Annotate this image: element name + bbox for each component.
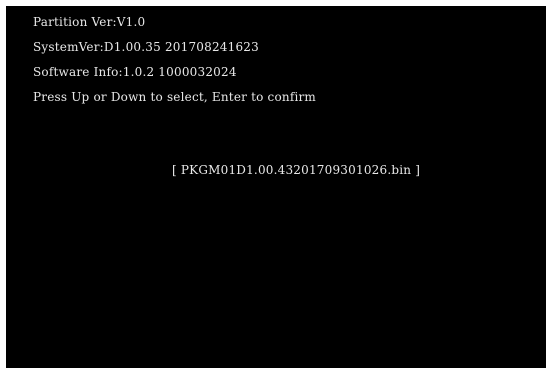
selected-file-item[interactable]: [ PKGM01D1.00.43201709301026.bin ]	[172, 163, 420, 177]
console-screen: Partition Ver:V1.0 SystemVer:D1.00.35 20…	[6, 6, 546, 368]
system-version-text: SystemVer:D1.00.35 201708241623	[33, 40, 259, 54]
software-info-text: Software Info:1.0.2 1000032024	[33, 65, 237, 79]
partition-version-text: Partition Ver:V1.0	[33, 15, 146, 29]
instruction-text: Press Up or Down to select, Enter to con…	[33, 90, 317, 104]
